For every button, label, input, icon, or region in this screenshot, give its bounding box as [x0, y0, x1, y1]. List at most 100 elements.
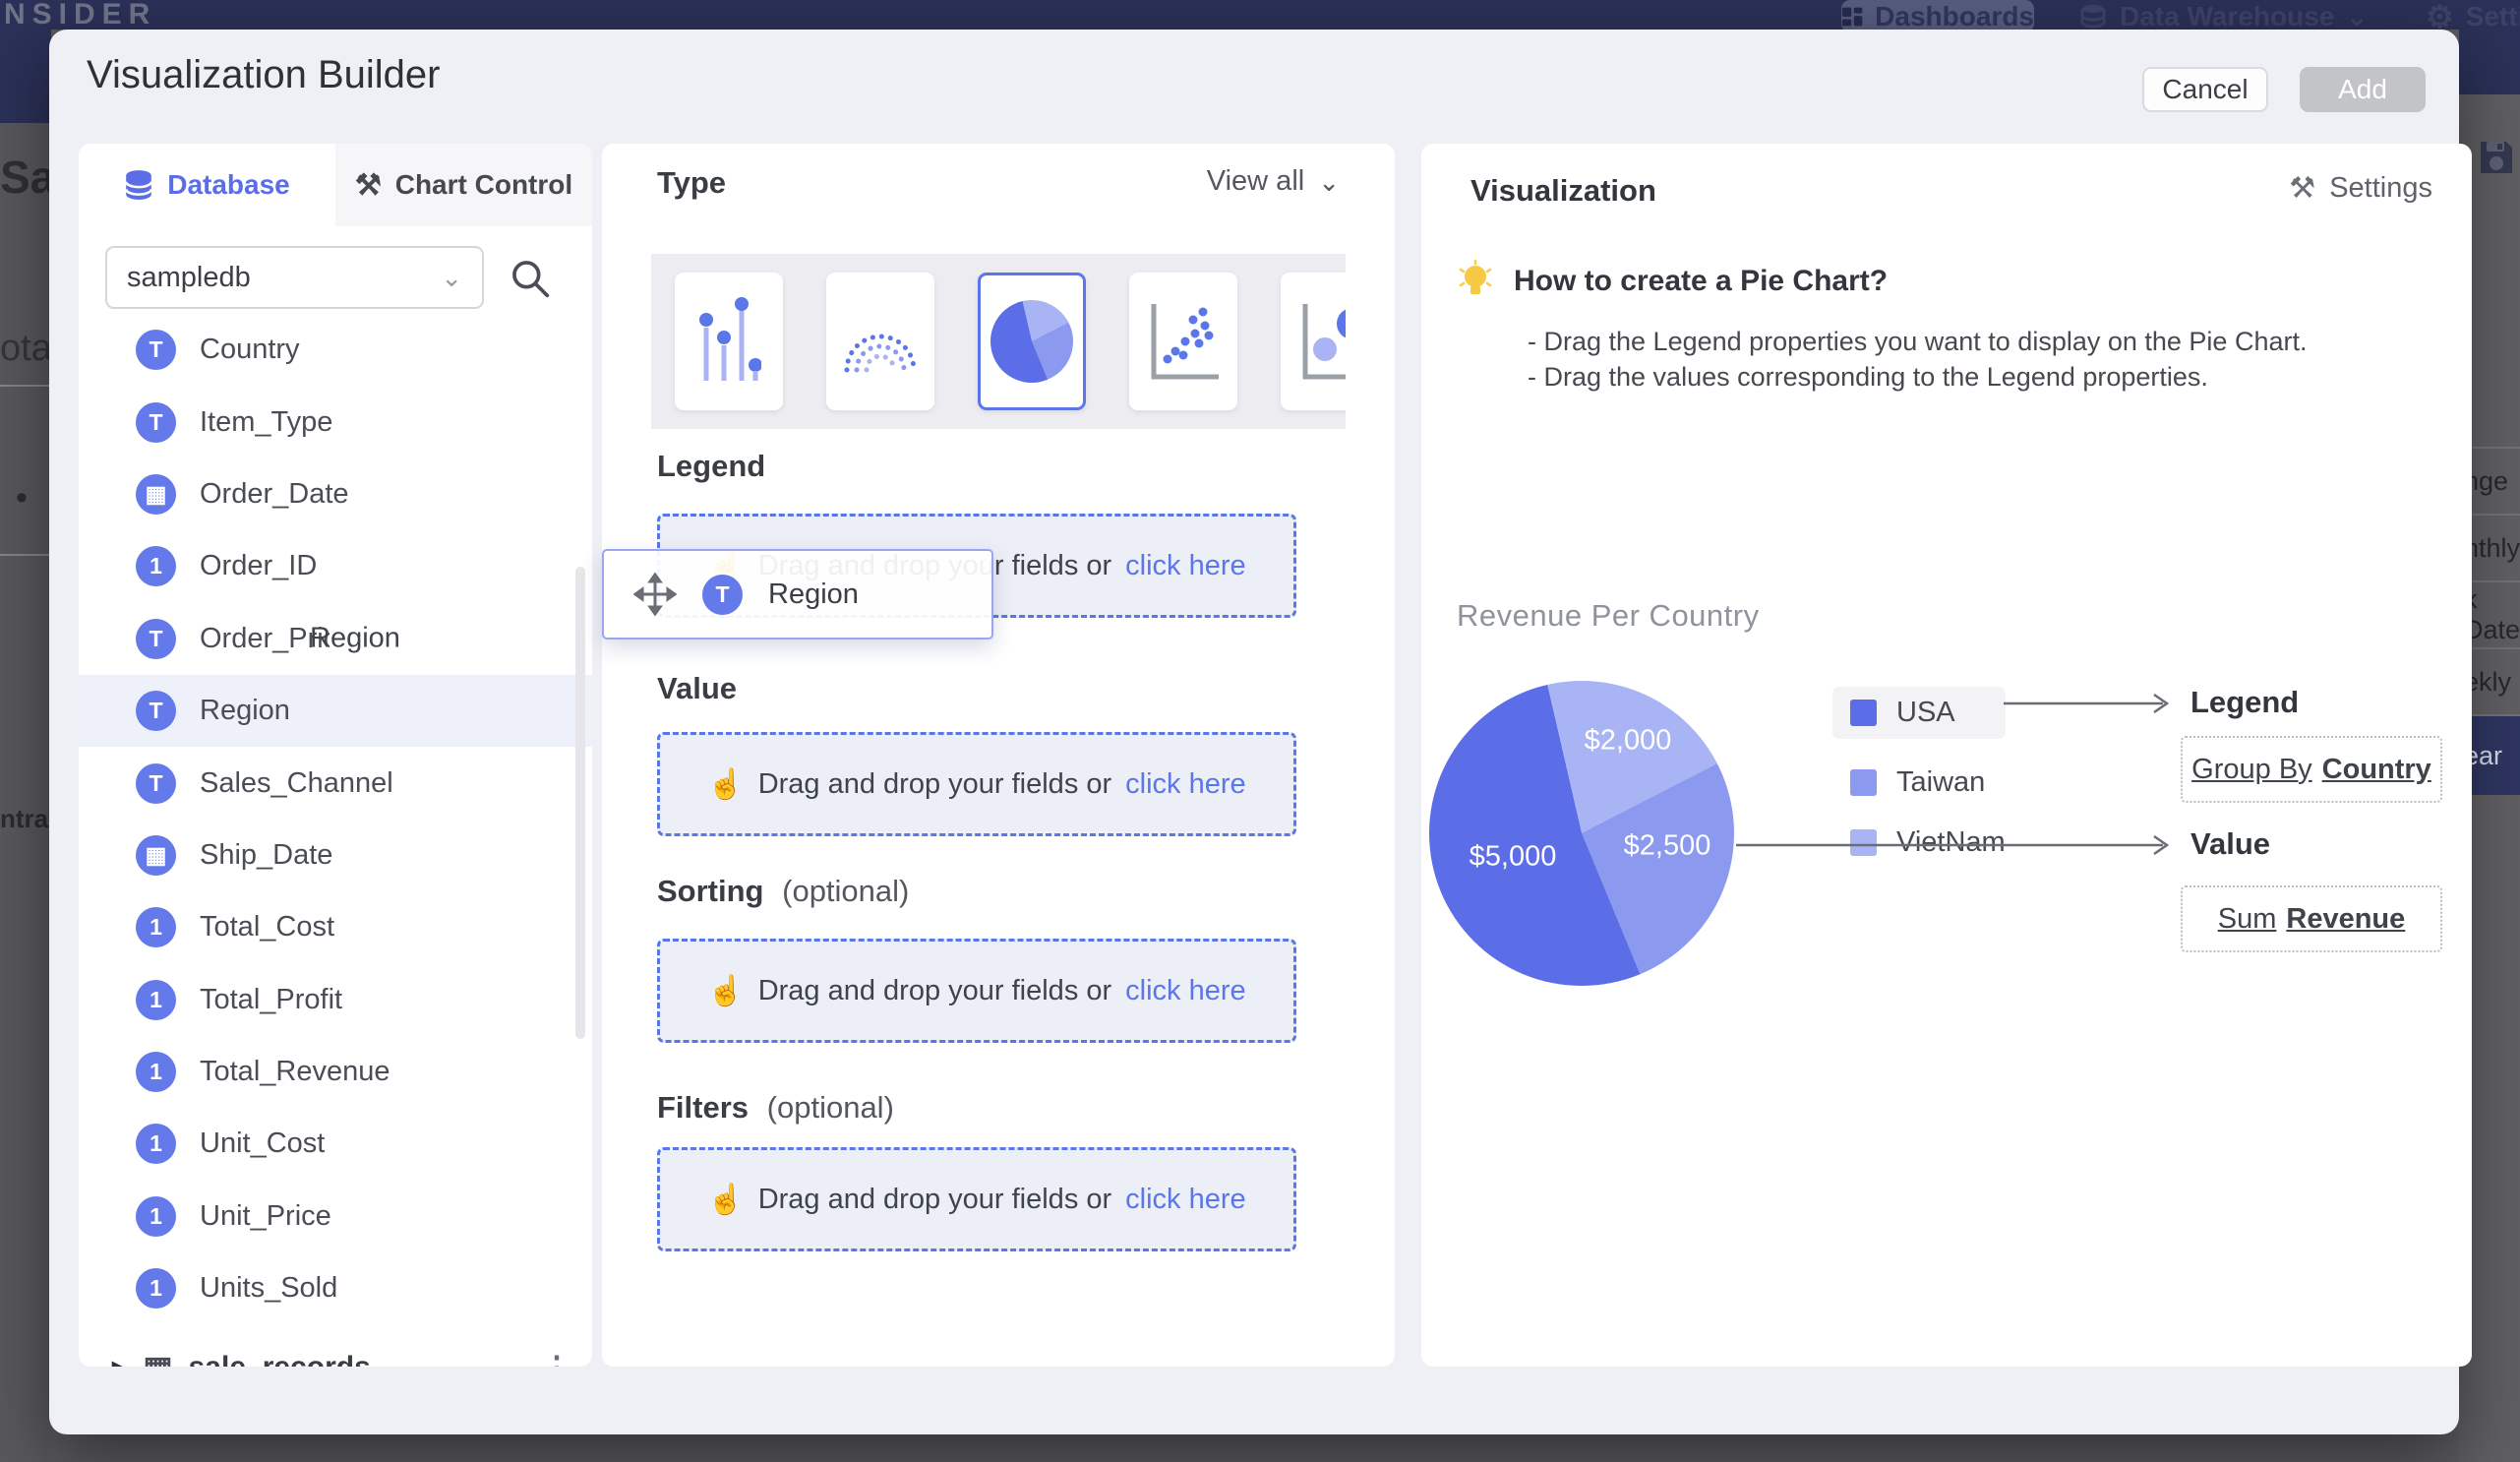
- tab-chart-control[interactable]: ⚒ Chart Control: [335, 144, 592, 226]
- legend-swatch: [1850, 769, 1877, 796]
- dropzone-text: Drag and drop your fields or: [758, 975, 1111, 1007]
- field-label: Item_Type: [200, 406, 332, 439]
- screen: NSIDER Dashboards Data Warehouse ⌄ ⚙ Set…: [0, 0, 2520, 1462]
- tab-database[interactable]: Database: [79, 144, 335, 226]
- nav-settings-button[interactable]: ⚙ Setti: [2426, 0, 2520, 32]
- chart-type-pie-selected[interactable]: [978, 273, 1086, 410]
- lightbulb-icon: [1457, 260, 1494, 303]
- slice-value-label: $2,000: [1585, 725, 1672, 758]
- filters-dropzone[interactable]: ☝ Drag and drop your fields or click her…: [657, 1147, 1296, 1251]
- tap-hand-icon: ☝: [707, 767, 744, 802]
- chevron-down-icon: ⌄: [1318, 172, 1340, 192]
- legend-section-heading: Legend: [657, 449, 765, 484]
- legend-item-taiwan[interactable]: Taiwan: [1850, 766, 2006, 799]
- field-row[interactable]: ▦ Order_Date: [79, 458, 592, 530]
- field-label: Total_Revenue: [200, 1056, 390, 1088]
- field-label: Units_Sold: [200, 1272, 337, 1305]
- table-row-sale-records[interactable]: ▶ ▦ sale_records ⋮: [79, 1336, 592, 1367]
- field-row[interactable]: 1 Total_Cost: [79, 891, 592, 963]
- move-icon: [633, 573, 677, 616]
- field-row[interactable]: 1 Unit_Cost: [79, 1108, 592, 1180]
- table-name: sale_records: [189, 1351, 371, 1367]
- expand-triangle-icon[interactable]: ▶: [112, 1356, 127, 1368]
- view-all-button[interactable]: View all ⌄: [1207, 165, 1340, 198]
- section-name: Value: [657, 671, 737, 705]
- chevron-down-icon: ⌄: [441, 268, 462, 287]
- field-row[interactable]: 1 Unit_Price: [79, 1181, 592, 1252]
- text-field-icon: T: [136, 402, 176, 443]
- bubble-chart-icon: [1295, 298, 1346, 385]
- database-icon: [124, 169, 153, 201]
- field-row[interactable]: ▦ Ship_Date: [79, 820, 592, 891]
- dropzone-click-here-link[interactable]: click here: [1125, 550, 1246, 582]
- lollipop-chart-icon: [696, 294, 761, 389]
- field-row[interactable]: 1 Order_ID: [79, 530, 592, 602]
- database-select[interactable]: sampledb ⌄: [105, 246, 484, 309]
- field-row[interactable]: T Order_Priority Region: [79, 603, 592, 675]
- visualization-panel: Visualization ⚒ Settings How to create a…: [1421, 144, 2472, 1367]
- slice-value-label: $5,000: [1470, 841, 1557, 874]
- dragged-field-label: Region: [768, 579, 859, 611]
- modal-title: Visualization Builder: [87, 53, 440, 97]
- text-field-icon: T: [136, 619, 176, 659]
- scrollbar-thumb[interactable]: [575, 567, 585, 1039]
- cancel-button[interactable]: Cancel: [2142, 67, 2268, 112]
- chart-type-bubble[interactable]: [1281, 273, 1346, 410]
- backdrop-text: ota: [0, 328, 51, 370]
- field-row[interactable]: 1 Total_Revenue: [79, 1036, 592, 1108]
- nav-data-warehouse-button[interactable]: Data Warehouse ⌄: [2080, 0, 2368, 32]
- panel-tabs: Database ⚒ Chart Control: [79, 144, 592, 226]
- optional-suffix: (optional): [782, 874, 909, 908]
- sorting-section-heading: Sorting (optional): [657, 874, 909, 909]
- legend-item-usa[interactable]: USA: [1832, 687, 2006, 739]
- database-panel: Database ⚒ Chart Control sampledb ⌄ T Co…: [79, 144, 592, 1367]
- group-by-box[interactable]: Group By Country: [2181, 736, 2442, 803]
- backdrop-text: ntral: [0, 804, 51, 834]
- field-label: Region: [200, 695, 290, 727]
- value-section-heading: Value: [657, 671, 737, 706]
- tools-icon: ⚒: [355, 168, 382, 203]
- sorting-dropzone[interactable]: ☝ Drag and drop your fields or click her…: [657, 939, 1296, 1043]
- optional-suffix: (optional): [767, 1090, 894, 1125]
- date-field-icon: ▦: [136, 474, 176, 515]
- chart-type-lollipop[interactable]: [675, 273, 783, 410]
- number-field-icon: 1: [136, 907, 176, 947]
- legend-mapping-arrow: [2002, 689, 2177, 718]
- search-icon[interactable]: [510, 258, 551, 299]
- dragged-field-chip[interactable]: T Region: [602, 549, 993, 640]
- field-list: T Country T Item_Type ▦ Order_Date 1 Ord…: [79, 314, 592, 1324]
- nav-dashboards-button[interactable]: Dashboards: [1841, 0, 2034, 32]
- dropzone-click-here-link[interactable]: click here: [1125, 1184, 1246, 1216]
- kebab-menu-icon[interactable]: ⋮: [541, 1349, 572, 1367]
- sum-revenue-box[interactable]: Sum Revenue: [2181, 885, 2442, 952]
- field-row[interactable]: T Sales_Channel: [79, 747, 592, 819]
- field-row[interactable]: 1 Total_Profit: [79, 964, 592, 1036]
- add-button[interactable]: Add: [2300, 67, 2426, 112]
- scatter-chart-icon: [1144, 298, 1223, 385]
- dropzone-click-here-link[interactable]: click here: [1125, 975, 1246, 1007]
- tab-database-label: Database: [167, 169, 290, 201]
- dropzone-click-here-link[interactable]: click here: [1125, 768, 1246, 801]
- backdrop-left: Sal ota • ntral: [0, 123, 51, 1462]
- text-field-icon: T: [136, 763, 176, 804]
- table-icon: ▦: [143, 1349, 172, 1367]
- legend-mapping-label: Legend: [2190, 685, 2299, 720]
- field-label: Unit_Cost: [200, 1127, 325, 1160]
- database-icon: [2080, 3, 2108, 30]
- field-row[interactable]: T Item_Type: [79, 386, 592, 457]
- view-all-label: View all: [1207, 165, 1304, 198]
- field-row[interactable]: T Country: [79, 314, 592, 386]
- section-name: Filters: [657, 1090, 749, 1125]
- group-by-field: Country: [2322, 754, 2431, 786]
- field-row[interactable]: 1 Units_Sold: [79, 1252, 592, 1324]
- text-field-icon: T: [136, 330, 176, 370]
- settings-button[interactable]: ⚒ Settings: [2289, 171, 2432, 206]
- divider: [0, 554, 51, 556]
- field-row-selected[interactable]: T Region: [79, 675, 592, 747]
- value-dropzone[interactable]: ☝ Drag and drop your fields or click her…: [657, 732, 1296, 836]
- group-by-prefix: Group By: [2191, 754, 2312, 786]
- nav-data-warehouse-label: Data Warehouse: [2120, 1, 2334, 32]
- tip-line: - Drag the Legend properties you want to…: [1528, 327, 2307, 357]
- chart-type-arc[interactable]: [826, 273, 934, 410]
- chart-type-scatter[interactable]: [1129, 273, 1237, 410]
